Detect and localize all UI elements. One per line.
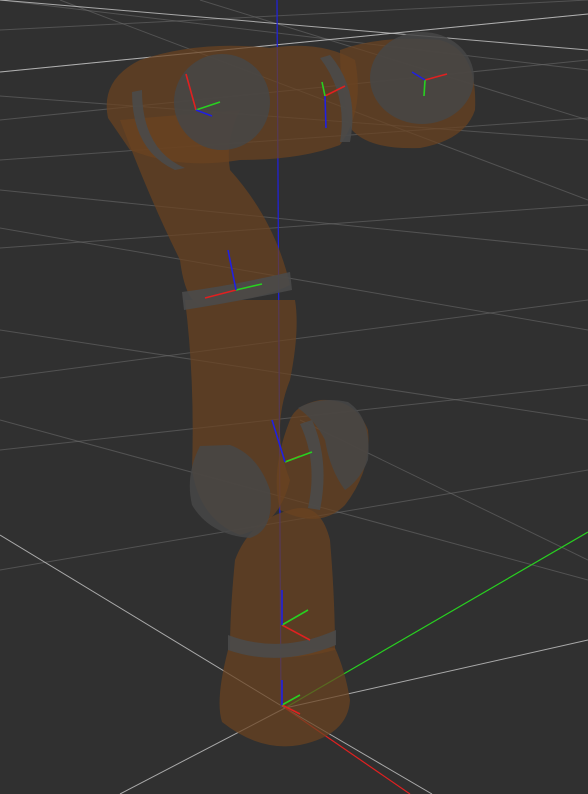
3d-viewport[interactable] <box>0 0 588 794</box>
joint-housing-shoulder[interactable] <box>174 54 270 150</box>
link-base[interactable] <box>219 648 350 747</box>
grid-line <box>0 204 588 249</box>
frame-link-5-z-axis <box>324 95 327 129</box>
grid-line <box>0 189 588 251</box>
robot-scene[interactable] <box>0 0 588 794</box>
frame-link-6-y-axis <box>423 79 426 97</box>
robot-arm[interactable] <box>106 32 476 747</box>
